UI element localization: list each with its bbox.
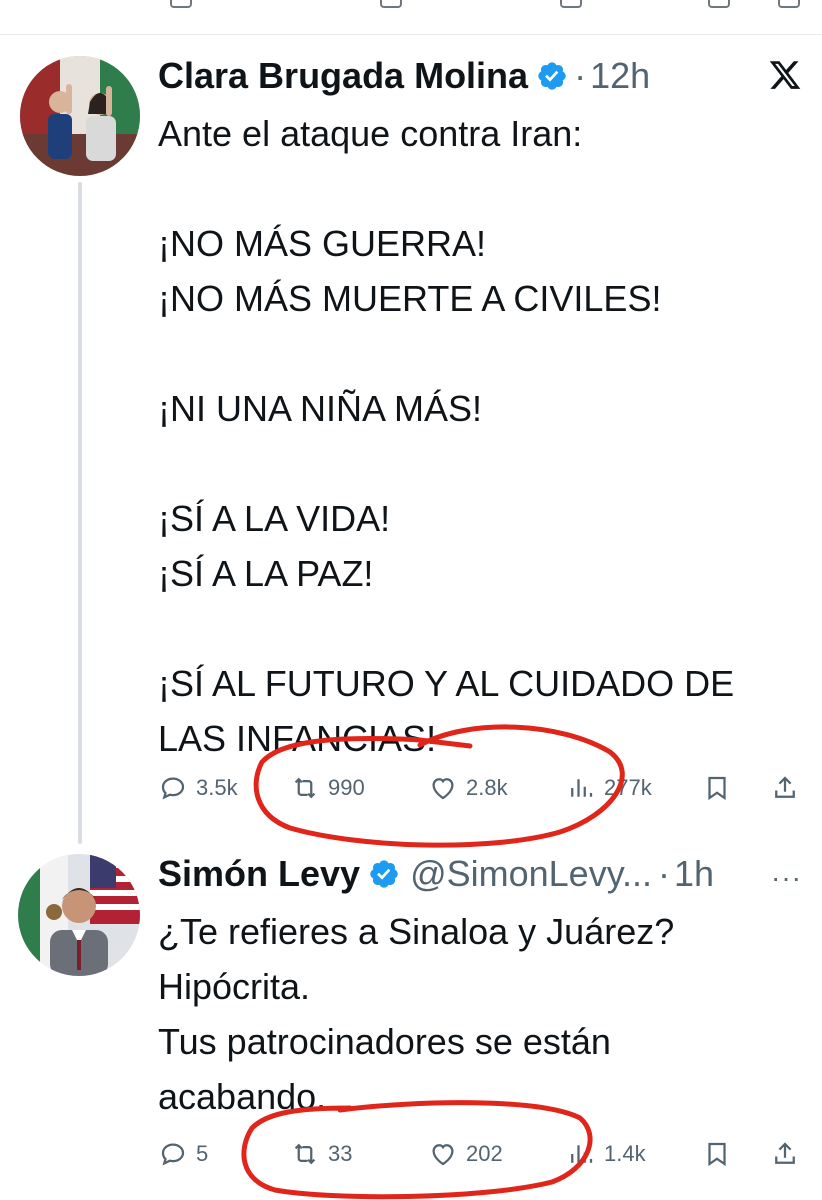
tweet-header: Clara Brugada Molina · 12h [158, 56, 650, 96]
like-icon [432, 778, 454, 800]
previous-repost-icon[interactable] [380, 0, 402, 8]
bookmark-icon [708, 776, 726, 801]
like-count: 202 [466, 1141, 503, 1166]
divider [0, 34, 822, 35]
x-logo-icon[interactable] [768, 58, 802, 92]
repost-count: 990 [328, 775, 365, 800]
bookmark-button[interactable] [702, 1139, 732, 1169]
tweet-actions: 5 33 202 1.4k [158, 1134, 804, 1174]
views-count: 277k [604, 775, 652, 800]
tweet-header: Simón Levy @SimonLevy... · 1h [158, 854, 714, 894]
previous-reply-icon[interactable] [170, 0, 192, 8]
repost-icon [294, 1143, 316, 1165]
like-button[interactable]: 202 [428, 1139, 503, 1169]
separator-dot: · [574, 55, 587, 96]
reply-icon [161, 777, 185, 800]
separator-dot: · [658, 853, 671, 894]
author-name[interactable]: Simón Levy [158, 854, 360, 894]
views-button[interactable]: 277k [566, 773, 652, 803]
views-icon [571, 1145, 593, 1163]
avatar-simon-levy[interactable] [18, 854, 140, 976]
previous-bookmark-icon[interactable] [708, 0, 730, 8]
like-icon [432, 1144, 454, 1166]
tweet-text: Ante el ataque contra Iran: ¡NO MÁS GUER… [158, 113, 735, 759]
repost-icon [294, 777, 316, 799]
share-icon [775, 776, 795, 798]
reply-button[interactable]: 5 [158, 1139, 208, 1169]
share-icon [775, 1142, 795, 1164]
tweet-time[interactable]: 12h [590, 56, 650, 96]
reply-button[interactable]: 3.5k [158, 773, 238, 803]
tweet-time[interactable]: 1h [674, 854, 714, 894]
repost-button[interactable]: 990 [290, 773, 365, 803]
bookmark-button[interactable] [702, 773, 732, 803]
views-count: 1.4k [604, 1141, 646, 1166]
previous-share-icon[interactable] [778, 0, 800, 8]
thread-connector-line [78, 182, 82, 844]
verified-badge-icon [370, 860, 398, 888]
like-count: 2.8k [466, 775, 508, 800]
tweet-text: ¿Te refieres a Sinaloa y Juárez? Hipócri… [158, 911, 675, 1117]
share-button[interactable] [770, 1139, 800, 1169]
share-button[interactable] [770, 773, 800, 803]
repost-button[interactable]: 33 [290, 1139, 352, 1169]
views-button[interactable]: 1.4k [566, 1139, 646, 1169]
views-icon [571, 779, 593, 797]
author-handle[interactable]: @SimonLevy... [410, 854, 652, 894]
previous-like-icon[interactable] [560, 0, 582, 8]
avatar-clara-brugada[interactable] [20, 56, 140, 176]
previous-tweet-actions [0, 0, 822, 10]
repost-count: 33 [328, 1141, 353, 1166]
like-button[interactable]: 2.8k [428, 773, 508, 803]
bookmark-icon [708, 1142, 726, 1167]
reply-icon [161, 1143, 185, 1166]
reply-count: 3.5k [196, 775, 238, 800]
reply-count: 5 [196, 1141, 209, 1166]
tweet-actions: 3.5k 990 2.8k 277k [158, 768, 804, 808]
verified-badge-icon [538, 62, 566, 90]
more-options-button[interactable]: ··· [771, 862, 802, 894]
author-name[interactable]: Clara Brugada Molina [158, 56, 528, 96]
